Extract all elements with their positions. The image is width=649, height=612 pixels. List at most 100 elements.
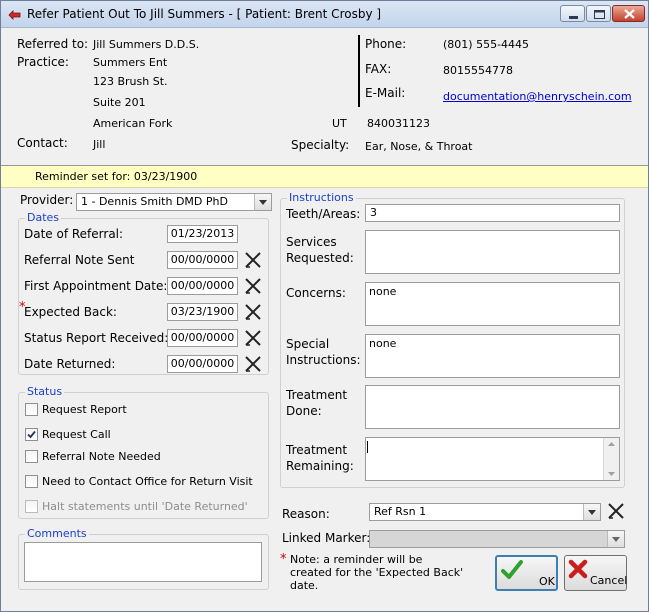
referral-note-sent-label: Referral Note Sent <box>24 253 135 267</box>
date-returned-field[interactable]: 00/00/0000 <box>167 355 238 373</box>
request-call-label: Request Call <box>42 428 111 441</box>
treatment-remaining-scrollbar[interactable] <box>603 438 619 480</box>
concerns-label: Concerns: <box>286 286 346 300</box>
special-instructions-label-line2: Instructions: <box>286 353 361 367</box>
need-to-contact-label: Need to Contact Office for Return Visit <box>42 475 253 488</box>
text-cursor <box>367 441 368 453</box>
services-requested-label-line2: Requested: <box>286 251 354 265</box>
maximize-button[interactable] <box>586 5 611 22</box>
need-to-contact-checkbox[interactable] <box>25 475 38 488</box>
referral-info-panel: Referred to: Jill Summers D.D.S. Practic… <box>1 28 648 166</box>
minimize-icon <box>569 16 578 19</box>
phone-value: (801) 555-4445 <box>443 38 530 51</box>
status-report-label: Status Report Received: <box>24 331 169 345</box>
checkmark-icon <box>27 430 36 439</box>
ok-button-label: OK <box>539 575 555 588</box>
practice-name: Summers Ent <box>93 56 168 69</box>
status-group-title: Status <box>25 385 65 398</box>
referral-note-needed-label: Referral Note Needed <box>42 450 161 463</box>
cancel-button[interactable]: Cancel <box>564 555 627 591</box>
scroll-arrows-icon <box>608 442 615 476</box>
reason-dropdown[interactable]: Ref Rsn 1 <box>369 503 601 521</box>
treatment-done-label-line1: Treatment <box>286 388 348 402</box>
email-link[interactable]: documentation@henryschein.com <box>443 90 632 103</box>
request-report-checkbox[interactable] <box>25 403 38 416</box>
expected-back-field[interactable]: 03/23/1900 <box>167 303 238 321</box>
minimize-button[interactable] <box>560 5 585 22</box>
special-instructions-textarea[interactable]: none <box>365 334 620 378</box>
contact-value: Jill <box>93 138 106 151</box>
services-requested-label-line1: Services <box>286 235 337 249</box>
dates-group-title: Dates <box>25 211 62 224</box>
practice-address1: 123 Brush St. <box>93 75 168 88</box>
fax-value: 8015554778 <box>443 64 513 77</box>
email-label: E-Mail: <box>365 86 406 100</box>
request-report-label: Request Report <box>42 403 127 416</box>
clear-referral-note-sent-icon[interactable] <box>243 250 263 270</box>
date-of-referral-label: Date of Referral: <box>24 227 124 241</box>
specialty-value: Ear, Nose, & Throat <box>365 140 473 153</box>
specialty-label: Specialty: <box>291 138 350 152</box>
phone-label: Phone: <box>365 37 407 51</box>
date-of-referral-field[interactable]: 01/23/2013 <box>167 225 238 243</box>
chevron-down-icon <box>607 531 624 547</box>
referred-to-value: Jill Summers D.D.S. <box>93 38 200 51</box>
clear-reason-icon[interactable] <box>606 501 626 521</box>
request-call-checkbox[interactable] <box>25 428 38 441</box>
referral-app-icon <box>8 10 21 20</box>
chevron-down-icon <box>254 194 271 210</box>
treatment-remaining-label-line1: Treatment <box>286 443 348 457</box>
treatment-remaining-label-line2: Remaining: <box>286 459 354 473</box>
practice-zip: 840031123 <box>367 117 430 130</box>
checkmark-icon <box>501 560 523 579</box>
title-bar: Refer Patient Out To Jill Summers - [ Pa… <box>1 1 648 28</box>
maximize-icon <box>594 10 605 19</box>
special-instructions-label-line1: Special <box>286 337 330 351</box>
provider-value: 1 - Dennis Smith DMD PhD <box>81 195 228 208</box>
reminder-text: Reminder set for: 03/23/1900 <box>35 170 198 183</box>
reason-value: Ref Rsn 1 <box>374 505 427 518</box>
info-divider <box>358 35 360 107</box>
treatment-done-label-line2: Done: <box>286 404 322 418</box>
ok-button[interactable]: OK <box>495 555 558 591</box>
teeth-areas-field[interactable]: 3 <box>365 204 620 222</box>
halt-statements-checkbox <box>25 500 38 513</box>
practice-label: Practice: <box>17 55 69 69</box>
expected-back-label: Expected Back: <box>24 305 117 319</box>
practice-address2: Suite 201 <box>93 96 146 109</box>
comments-textarea[interactable] <box>24 542 262 582</box>
linked-marker-label: Linked Marker: <box>282 531 371 545</box>
close-icon <box>624 9 635 19</box>
clear-status-report-icon[interactable] <box>243 328 263 348</box>
cancel-button-label: Cancel <box>590 574 628 587</box>
referral-note-needed-checkbox[interactable] <box>25 450 38 463</box>
referral-note-sent-field[interactable]: 00/00/0000 <box>167 251 238 269</box>
note-line3: date. <box>290 579 319 592</box>
status-report-field[interactable]: 00/00/0000 <box>167 329 238 347</box>
fax-label: FAX: <box>365 62 392 76</box>
first-appointment-field[interactable]: 00/00/0000 <box>167 277 238 295</box>
concerns-textarea[interactable]: none <box>365 282 620 326</box>
treatment-done-textarea[interactable] <box>365 385 620 429</box>
note-line2: created for the 'Expected Back' <box>290 566 464 579</box>
treatment-remaining-textarea[interactable] <box>365 437 620 481</box>
clear-expected-back-icon[interactable] <box>243 302 263 322</box>
provider-label: Provider: <box>20 193 74 207</box>
first-appointment-label: First Appointment Date: <box>24 279 168 293</box>
close-window-button[interactable] <box>612 5 645 22</box>
clear-date-returned-icon[interactable] <box>243 354 263 374</box>
referred-to-label: Referred to: <box>17 37 89 51</box>
window-title: Refer Patient Out To Jill Summers - [ Pa… <box>27 7 382 21</box>
linked-marker-dropdown <box>369 530 625 548</box>
teeth-areas-label: Teeth/Areas: <box>286 207 361 221</box>
date-returned-label: Date Returned: <box>24 357 116 371</box>
cancel-x-icon <box>568 559 588 579</box>
comments-group-title: Comments <box>25 527 89 540</box>
note-line1: Note: a reminder will be <box>290 553 423 566</box>
services-requested-textarea[interactable] <box>365 230 620 274</box>
clear-first-appointment-icon[interactable] <box>243 276 263 296</box>
reminder-bar: Reminder set for: 03/23/1900 <box>1 166 648 188</box>
provider-dropdown[interactable]: 1 - Dennis Smith DMD PhD <box>76 193 272 211</box>
chevron-down-icon <box>583 504 600 520</box>
note-asterisk: * <box>280 552 287 567</box>
